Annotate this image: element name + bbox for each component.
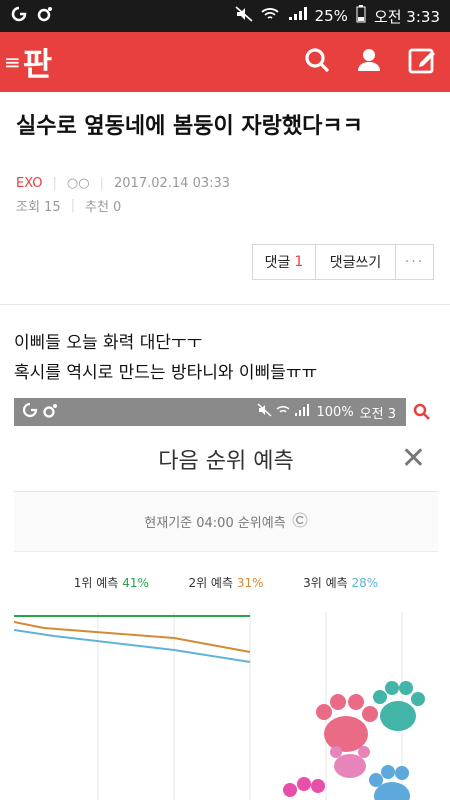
embedded-notification-icons	[22, 402, 62, 422]
embedded-sub-text: 현재기준 04:00 순위예측	[144, 516, 286, 531]
embedded-legend: 1위 예측 41% 2위 예측 31% 3위 예측 28%	[14, 552, 438, 612]
recommend-count: 추천 0	[85, 200, 122, 215]
paw-sticker-pink	[316, 694, 378, 752]
content-divider	[0, 304, 450, 305]
refresh-icon	[292, 512, 308, 532]
app-notification-icon-2	[36, 5, 54, 27]
user-icon[interactable]	[356, 47, 382, 77]
post-title: 실수로 옆동네에 봄둥이 자랑했다ㅋㅋ	[16, 114, 363, 139]
status-bar: 25% 오전 3:33	[0, 0, 450, 32]
search-icon[interactable]	[304, 47, 330, 77]
legend-label: 3위 예측	[303, 575, 348, 590]
embedded-chart	[14, 612, 425, 800]
legend-item-1: 1위 예측 41%	[74, 574, 149, 591]
app-logo[interactable]: ≡ 판	[4, 39, 52, 85]
embedded-header: 다음 순위 예측 ✕	[14, 426, 438, 492]
write-icon[interactable]	[408, 46, 436, 78]
signal-icon	[287, 6, 307, 26]
embedded-search-icon	[406, 398, 438, 426]
author-alias: ○○	[66, 176, 90, 191]
embedded-status-bar: 100% 오전 3	[14, 398, 438, 426]
more-button[interactable]: ···	[396, 244, 434, 280]
comments-button[interactable]: 댓글 1	[252, 244, 316, 280]
legend-label: 2위 예측	[188, 575, 234, 590]
menu-icon[interactable]: ≡	[4, 50, 21, 74]
close-icon: ✕	[400, 441, 426, 476]
comments-label: 댓글	[264, 255, 291, 271]
app-bar: ≡ 판	[0, 32, 450, 92]
divider: |	[52, 176, 57, 191]
legend-item-2: 2위 예측 31%	[188, 574, 263, 591]
post-datetime: 2017.02.14 03:33	[114, 176, 231, 191]
embedded-title: 다음 순위 예측	[158, 448, 294, 474]
battery-icon	[356, 5, 366, 27]
post-meta: EXO | ○○ | 2017.02.14 03:33	[16, 176, 230, 191]
battery-percent: 25%	[314, 7, 348, 25]
wifi-icon	[260, 6, 279, 26]
logo-text: 판	[22, 45, 52, 83]
legend-pct: 41%	[122, 575, 149, 590]
embedded-system-icons	[257, 403, 311, 421]
legend-item-3: 3위 예측 28%	[303, 574, 378, 591]
legend-pct: 28%	[351, 575, 379, 590]
view-count: 조회 15	[16, 200, 61, 215]
legend-label: 1위 예측	[73, 575, 119, 590]
write-comment-button[interactable]: 댓글쓰기	[316, 244, 396, 280]
divider: |	[99, 176, 104, 191]
body-line: 이삐들 오늘 화력 대단ㅜㅜ	[14, 333, 203, 353]
comments-count: 1	[294, 254, 304, 270]
legend-pct: 31%	[236, 575, 264, 590]
post-body: 이삐들 오늘 화력 대단ㅜㅜ 혹시를 역시로 만드는 방타니와 이삐들ㅠㅠ	[14, 328, 438, 388]
clock: 오전 3:33	[373, 7, 440, 26]
post-stats: 조회 15 | 추천 0	[16, 196, 121, 215]
embedded-screenshot: 100% 오전 3 다음 순위 예측 ✕ 현재기준 04:00 순위예측 1위 …	[14, 398, 438, 800]
post-author[interactable]: EXO	[16, 176, 43, 191]
embedded-battery: 100%	[316, 404, 354, 420]
paw-sticker-teal	[373, 681, 425, 731]
body-line: 혹시를 역시로 만드는 방타니와 이삐들ㅠㅠ	[14, 363, 318, 383]
divider: |	[70, 198, 75, 213]
app-notification-icon	[10, 6, 28, 26]
paw-sticker-blue	[369, 765, 410, 800]
paw-sticker-magenta	[283, 777, 325, 797]
embedded-sub: 현재기준 04:00 순위예측	[14, 492, 438, 552]
series-line-orange	[14, 621, 251, 653]
mute-icon	[235, 6, 253, 26]
post-actions: 댓글 1 댓글쓰기 ···	[252, 244, 434, 280]
embedded-clock: 오전 3	[359, 406, 396, 422]
